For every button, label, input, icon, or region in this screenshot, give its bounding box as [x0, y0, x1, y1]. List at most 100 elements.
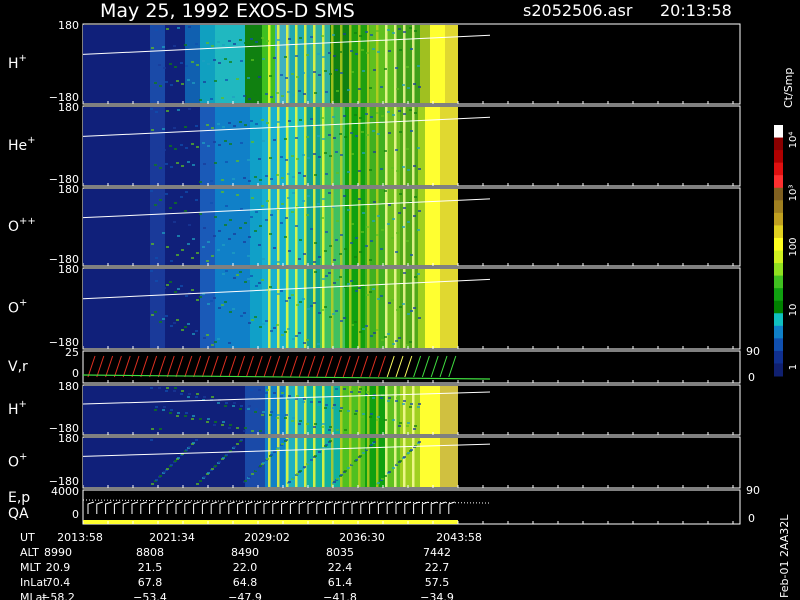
right-max-label: 90: [746, 484, 760, 497]
noise-cell: [340, 320, 343, 322]
noise-cell: [265, 175, 268, 177]
noise-cell: [174, 66, 177, 68]
spin-stripe: [340, 269, 343, 348]
noise-cell: [306, 423, 309, 425]
noise-cell: [162, 46, 165, 48]
noise-cell: [284, 138, 287, 140]
colorbar-label: 1: [788, 364, 799, 370]
panel-label: O+: [8, 298, 27, 317]
noise-cell: [373, 332, 376, 334]
noise-cell: [262, 462, 265, 464]
noise-cell: [359, 331, 362, 333]
noise-cell: [177, 109, 180, 111]
noise-cell: [402, 166, 405, 168]
noise-cell: [150, 26, 153, 28]
noise-cell: [366, 52, 369, 54]
noise-cell: [207, 63, 210, 65]
noise-cell: [291, 211, 294, 213]
noise-cell: [392, 32, 395, 34]
noise-cell: [174, 291, 177, 293]
noise-cell: [225, 205, 228, 207]
spin-stripe: [376, 438, 379, 487]
panel-label-sup: +: [19, 452, 27, 463]
noise-cell: [372, 130, 375, 132]
footer-row-name: ALT: [20, 546, 39, 559]
noise-cell: [239, 39, 242, 41]
noise-cell: [354, 321, 357, 323]
noise-cell: [318, 256, 321, 258]
noise-cell: [318, 74, 321, 76]
noise-cell: [243, 95, 246, 97]
noise-cell: [287, 91, 290, 93]
noise-cell: [214, 465, 217, 467]
noise-cell: [225, 79, 228, 81]
noise-cell: [192, 415, 195, 417]
spin-stripe: [403, 107, 406, 185]
noise-cell: [185, 147, 188, 149]
noise-cell: [151, 428, 154, 430]
noise-cell: [284, 417, 287, 419]
spin-stripe: [376, 107, 379, 185]
noise-cell: [206, 334, 209, 336]
noise-cell: [151, 243, 154, 245]
panel-7: O+180−180: [8, 432, 741, 489]
noise-cell: [324, 407, 327, 409]
noise-cell: [299, 420, 302, 422]
spectrum-band: [418, 269, 425, 348]
noise-cell: [388, 302, 391, 304]
noise-cell: [276, 324, 279, 326]
file-name: s2052506.asr: [523, 1, 633, 20]
noise-cell: [229, 219, 232, 221]
noise-cell: [233, 446, 236, 448]
noise-cell: [224, 224, 227, 226]
spin-stripe: [268, 386, 271, 434]
spectrum-band: [305, 189, 320, 265]
noise-cell: [233, 233, 236, 235]
noise-cell: [195, 125, 198, 127]
noise-cell: [170, 166, 173, 168]
noise-cell: [288, 297, 291, 299]
noise-cell: [339, 51, 342, 53]
noise-cell: [288, 120, 291, 122]
noise-cell: [391, 85, 394, 87]
noise-cell: [232, 405, 235, 407]
noise-cell: [377, 133, 380, 135]
noise-cell: [269, 286, 272, 288]
noise-cell: [343, 115, 346, 117]
colorbar-swatch: [774, 125, 783, 139]
noise-cell: [310, 459, 313, 461]
noise-cell: [406, 66, 409, 68]
noise-cell: [313, 71, 316, 73]
noise-cell: [318, 451, 321, 453]
noise-cell: [370, 413, 373, 415]
noise-cell: [176, 319, 179, 321]
noise-cell: [196, 146, 199, 148]
noise-cell: [380, 295, 383, 297]
footer-value: 64.8: [233, 576, 258, 589]
noise-cell: [292, 338, 295, 340]
noise-cell: [407, 169, 410, 171]
noise-cell: [328, 192, 331, 194]
footer-value: 8490: [231, 546, 259, 559]
spectrum-band: [245, 25, 262, 103]
spin-stripe: [385, 386, 388, 434]
noise-cell: [151, 47, 154, 49]
spin-stripe: [331, 25, 334, 103]
colorbar-swatch: [774, 313, 783, 327]
noise-cell: [259, 225, 262, 227]
noise-cell: [188, 393, 191, 395]
spin-stripe: [376, 269, 379, 348]
noise-cell: [213, 235, 216, 237]
noise-cell: [392, 114, 395, 116]
noise-cell: [240, 142, 243, 144]
noise-cell: [366, 134, 369, 136]
spectrum-band: [400, 107, 418, 185]
right-min-label: 0: [748, 371, 755, 384]
noise-cell: [335, 310, 338, 312]
noise-cell: [407, 452, 410, 454]
noise-cell: [306, 54, 309, 56]
noise-cell: [418, 168, 421, 170]
spectrum-band: [418, 189, 425, 265]
noise-cell: [332, 313, 335, 315]
noise-cell: [299, 301, 302, 303]
